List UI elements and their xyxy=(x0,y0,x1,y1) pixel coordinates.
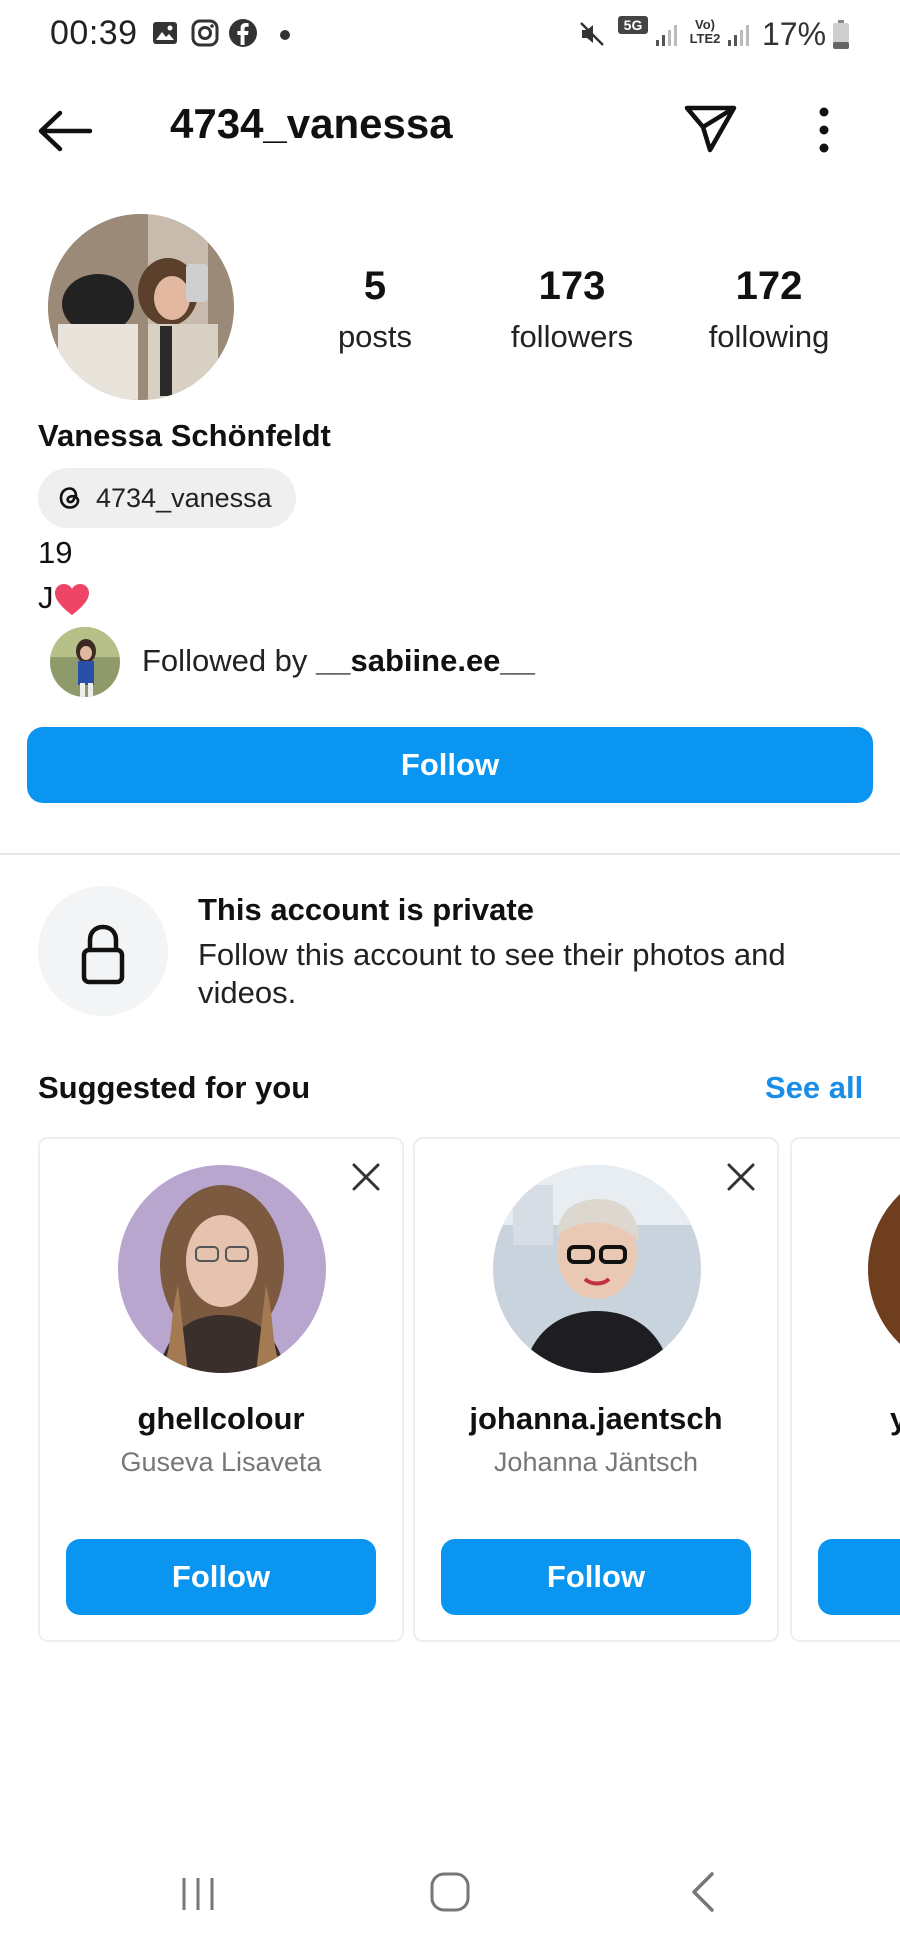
mute-icon xyxy=(580,22,604,46)
signal-icon-2 xyxy=(728,25,749,46)
send-message-icon[interactable] xyxy=(683,102,739,154)
network-badge: 5G xyxy=(618,16,648,34)
private-account-description: Follow this account to see their photos … xyxy=(198,937,786,1010)
threads-handle: 4734_vanessa xyxy=(96,482,272,513)
more-vertical-icon[interactable] xyxy=(814,106,834,154)
notification-dot xyxy=(280,30,290,40)
bio-initial: J xyxy=(38,580,54,615)
followed-by-username: __sabiine.ee__ xyxy=(316,643,535,678)
suggested-title: Suggested for you xyxy=(38,1070,311,1105)
close-icon[interactable] xyxy=(723,1159,759,1195)
home-icon[interactable] xyxy=(428,1870,472,1914)
suggested-card[interactable]: johanna.jaentsch Johanna Jäntsch Follow xyxy=(413,1137,779,1642)
following-stat[interactable]: 172 following xyxy=(684,264,854,355)
suggested-card[interactable]: ghellcolour Guseva Lisaveta Follow xyxy=(38,1137,404,1642)
profile-username-title: 4734_vanessa xyxy=(170,100,453,147)
section-divider xyxy=(0,853,900,855)
see-all-link[interactable]: See all xyxy=(765,1070,863,1106)
threads-badge[interactable]: 4734_vanessa xyxy=(38,468,296,528)
following-count: 172 xyxy=(735,264,803,308)
profile-full-name: Vanessa Schönfeldt xyxy=(38,418,331,453)
followers-count: 173 xyxy=(538,264,606,308)
private-account-title: This account is private xyxy=(198,892,534,927)
suggested-avatar-partial[interactable] xyxy=(868,1165,900,1373)
gallery-icon xyxy=(153,22,177,44)
threads-icon xyxy=(59,487,80,509)
battery-level: 17% xyxy=(762,16,827,52)
followers-stat[interactable]: 173 followers xyxy=(487,264,657,355)
instagram-icon xyxy=(191,19,219,47)
system-nav-bar xyxy=(0,1840,900,1950)
battery-icon xyxy=(833,20,849,49)
back-icon[interactable] xyxy=(688,1870,718,1914)
followed-by-text[interactable]: Followed by __sabiine.ee__ xyxy=(142,643,535,679)
suggested-follow-button-partial[interactable] xyxy=(818,1539,900,1615)
close-icon[interactable] xyxy=(348,1159,384,1195)
posts-label: posts xyxy=(337,319,413,354)
following-label: following xyxy=(708,319,830,354)
profile-avatar[interactable] xyxy=(48,214,234,400)
status-time: 00:39 xyxy=(50,14,138,52)
suggested-username: ghellcolour xyxy=(137,1401,305,1436)
followed-by-avatar[interactable] xyxy=(50,627,120,697)
suggested-follow-button[interactable]: Follow xyxy=(441,1539,751,1615)
bio-line-age: 19 xyxy=(38,535,73,570)
posts-stat[interactable]: 5 posts xyxy=(290,264,460,355)
suggested-photo xyxy=(118,1165,326,1373)
suggested-username: johanna.jaentsch xyxy=(469,1401,723,1436)
suggested-card-partial[interactable]: y xyxy=(790,1137,900,1642)
followed-by-prefix: Followed by xyxy=(142,643,317,678)
back-arrow-icon[interactable] xyxy=(36,108,94,154)
private-lock-badge xyxy=(38,886,168,1016)
profile-photo xyxy=(48,214,234,400)
posts-count: 5 xyxy=(363,264,387,308)
suggested-username-partial: y xyxy=(890,1401,900,1437)
heart-icon xyxy=(54,583,89,615)
recent-apps-icon[interactable] xyxy=(178,1874,218,1914)
suggested-avatar[interactable] xyxy=(493,1165,701,1373)
followers-label: followers xyxy=(510,319,634,354)
suggested-photo xyxy=(493,1165,701,1373)
status-bar: 00:39 5G Vo) LTE2 17% xyxy=(0,0,900,70)
bio-line-emoji: J xyxy=(38,580,90,617)
signal-icon xyxy=(656,25,677,46)
suggested-fullname: Johanna Jäntsch xyxy=(493,1447,699,1477)
lock-icon xyxy=(81,924,125,985)
suggested-follow-button[interactable]: Follow xyxy=(66,1539,376,1615)
followed-by-photo xyxy=(50,627,120,697)
suggested-fullname: Guseva Lisaveta xyxy=(120,1447,322,1477)
follow-button[interactable]: Follow xyxy=(27,727,873,803)
facebook-icon xyxy=(229,19,257,47)
carrier-label: Vo) LTE2 xyxy=(689,17,721,46)
suggested-avatar[interactable] xyxy=(118,1165,326,1373)
